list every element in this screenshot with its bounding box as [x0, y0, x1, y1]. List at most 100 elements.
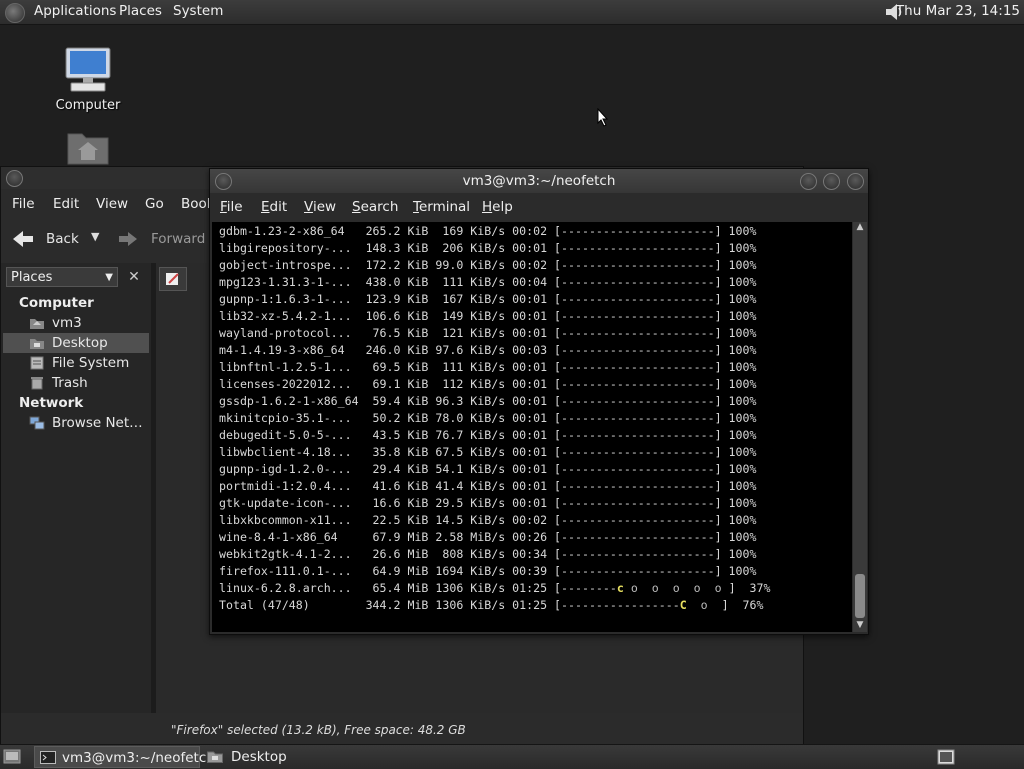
terminal-line: gdbm-1.23-2-x86_64 265.2 KiB 169 KiB/s 0… — [219, 224, 757, 238]
sidebar-item-browse-network[interactable]: Browse Net… — [3, 413, 149, 433]
terminal-line: debugedit-5.0-5-... 43.5 KiB 76.7 KiB/s … — [219, 428, 757, 442]
terminal-line: Total (47/48) 344.2 MiB 1306 KiB/s 01:25… — [219, 598, 764, 612]
sidebar-item-label: Trash — [52, 375, 88, 391]
sidebar-item-trash[interactable]: Trash — [3, 373, 149, 393]
folder-icon — [207, 751, 223, 763]
terminal-line: libwbclient-4.18... 35.8 KiB 67.5 KiB/s … — [219, 445, 757, 459]
fm-menu-go[interactable]: Go — [145, 196, 164, 212]
term-menu-file[interactable]: File — [220, 199, 243, 215]
close-button[interactable] — [847, 173, 864, 190]
places-combo-label: Places — [11, 270, 53, 285]
terminal-line: libnftnl-1.2.5-1... 69.5 KiB 111 KiB/s 0… — [219, 360, 757, 374]
terminal-menubar: File Edit View Search Terminal Help — [210, 195, 868, 219]
system-menu[interactable]: System — [173, 3, 223, 19]
terminal-line: licenses-2022012... 69.1 KiB 112 KiB/s 0… — [219, 377, 757, 391]
trash-icon — [31, 377, 43, 390]
terminal-icon — [40, 751, 56, 764]
pacman-progress-glyph: c — [616, 581, 624, 595]
terminal-line: mpg123-1.31.3-1-... 438.0 KiB 111 KiB/s … — [219, 275, 757, 289]
home-folder-icon — [67, 133, 109, 165]
places-sidebar: Places ▼ ✕ Computer vm3 Desktop File Sys… — [1, 263, 151, 713]
taskbar-item-desktop[interactable]: Desktop — [202, 746, 342, 768]
sidebar-item-vm3[interactable]: vm3 — [3, 313, 149, 333]
terminal-line: gtk-update-icon-... 16.6 KiB 29.5 KiB/s … — [219, 496, 757, 510]
taskbar-item-label: vm3@vm3:~/neofetch — [62, 750, 215, 766]
back-history-chevron-icon[interactable]: ▼ — [91, 230, 99, 243]
forward-label: Forward — [151, 231, 206, 247]
show-desktop-icon[interactable] — [3, 749, 21, 764]
terminal-line: gupnp-igd-1.2.0-... 29.4 KiB 54.1 KiB/s … — [219, 462, 757, 476]
places-combo[interactable]: Places ▼ — [6, 267, 118, 287]
terminal-line: gssdp-1.6.2-1-x86_64 59.4 KiB 96.3 KiB/s… — [219, 394, 757, 408]
term-menu-help[interactable]: Help — [482, 199, 513, 215]
sidebar-item-label: File System — [52, 355, 130, 371]
back-arrow-icon — [13, 231, 33, 247]
scroll-up-icon[interactable]: ▲ — [853, 222, 867, 234]
window-title: vm3@vm3:~/neofetch — [462, 173, 616, 189]
desktop-icon-home[interactable] — [43, 128, 133, 170]
taskbar-item-label: Desktop — [231, 749, 287, 765]
sidebar-item-label: Browse Net… — [52, 415, 143, 431]
status-bar: "Firefox" selected (13.2 kB), Free space… — [171, 723, 466, 737]
fm-menu-file[interactable]: File — [12, 196, 35, 212]
terminal-window: vm3@vm3:~/neofetch File Edit View Search… — [209, 168, 869, 635]
filesystem-icon — [30, 356, 44, 370]
pencil-icon — [166, 273, 179, 285]
term-menu-view[interactable]: View — [304, 199, 336, 215]
applications-menu[interactable]: Applications — [34, 3, 116, 19]
minimize-button[interactable] — [800, 173, 817, 190]
places-menu[interactable]: Places — [119, 3, 162, 19]
scrollbar-thumb[interactable] — [855, 574, 865, 618]
window-menu-icon[interactable] — [6, 170, 23, 187]
terminal-line: wine-8.4-1-x86_64 67.9 MiB 2.58 MiB/s 00… — [219, 530, 757, 544]
term-menu-edit[interactable]: Edit — [261, 199, 287, 215]
terminal-titlebar[interactable]: vm3@vm3:~/neofetch — [210, 169, 868, 193]
desktop-icon — [30, 339, 44, 349]
terminal-line: mkinitcpio-35.1-... 50.2 KiB 78.0 KiB/s … — [219, 411, 757, 425]
sidebar-section-network: Network — [19, 395, 84, 411]
gnome-menu-icon[interactable] — [5, 3, 25, 23]
terminal-line: lib32-xz-5.4.2-1... 106.6 KiB 149 KiB/s … — [219, 309, 757, 323]
terminal-line: libxkbcommon-x11... 22.5 KiB 14.5 KiB/s … — [219, 513, 757, 527]
terminal-line: wayland-protocol... 76.5 KiB 121 KiB/s 0… — [219, 326, 757, 340]
edit-location-button[interactable] — [159, 267, 187, 291]
sidebar-section-computer: Computer — [19, 295, 94, 311]
top-panel: Applications Places System Thu Mar 23, 1… — [0, 0, 1024, 25]
clock[interactable]: Thu Mar 23, 14:15 — [896, 3, 1020, 19]
terminal-line: portmidi-1:2.0.4... 41.6 KiB 41.4 KiB/s … — [219, 479, 757, 493]
sidebar-item-desktop[interactable]: Desktop — [3, 333, 149, 353]
sidebar-item-label: vm3 — [52, 315, 82, 331]
computer-icon — [65, 47, 111, 92]
bottom-panel: vm3@vm3:~/neofetch Desktop — [0, 744, 1024, 769]
maximize-button[interactable] — [823, 173, 840, 190]
forward-arrow-icon — [119, 232, 137, 246]
terminal-scrollbar[interactable]: ▲ ▼ — [853, 222, 867, 632]
desktop-icon-label: Computer — [55, 98, 121, 113]
terminal-output: gdbm-1.23-2-x86_64 265.2 KiB 169 KiB/s 0… — [219, 223, 770, 614]
home-icon — [30, 319, 44, 329]
terminal-line: firefox-111.0.1-... 64.9 MiB 1694 KiB/s … — [219, 564, 757, 578]
fm-menu-view[interactable]: View — [96, 196, 128, 212]
fm-menu-edit[interactable]: Edit — [53, 196, 79, 212]
sidebar-item-file-system[interactable]: File System — [3, 353, 149, 373]
close-sidebar-button[interactable]: ✕ — [124, 267, 144, 287]
terminal-line: m4-1.4.19-3-x86_64 246.0 KiB 97.6 KiB/s … — [219, 343, 757, 357]
terminal-line: gupnp-1:1.6.3-1-... 123.9 KiB 167 KiB/s … — [219, 292, 757, 306]
workspace-switcher-icon[interactable] — [937, 749, 955, 765]
chevron-down-icon: ▼ — [105, 272, 113, 283]
pacman-progress-glyph: C — [679, 598, 687, 612]
terminal-line: webkit2gtk-4.1-2... 26.6 MiB 808 KiB/s 0… — [219, 547, 757, 561]
sidebar-item-label: Desktop — [52, 335, 108, 351]
terminal-line: linux-6.2.8.arch... 65.4 MiB 1306 KiB/s … — [219, 581, 771, 595]
scroll-down-icon[interactable]: ▼ — [853, 620, 867, 632]
terminal-line: libgirepository-... 148.3 KiB 206 KiB/s … — [219, 241, 757, 255]
network-icon — [29, 416, 45, 430]
desktop-icon-computer[interactable]: Computer — [43, 46, 133, 113]
mouse-cursor-icon — [597, 108, 609, 127]
back-label: Back — [46, 231, 79, 247]
terminal-screen[interactable]: gdbm-1.23-2-x86_64 265.2 KiB 169 KiB/s 0… — [212, 222, 852, 632]
terminal-line: gobject-introspe... 172.2 KiB 99.0 KiB/s… — [219, 258, 757, 272]
taskbar-item-terminal[interactable]: vm3@vm3:~/neofetch — [34, 746, 215, 768]
term-menu-search[interactable]: Search — [352, 199, 398, 215]
term-menu-terminal[interactable]: Terminal — [413, 199, 470, 215]
